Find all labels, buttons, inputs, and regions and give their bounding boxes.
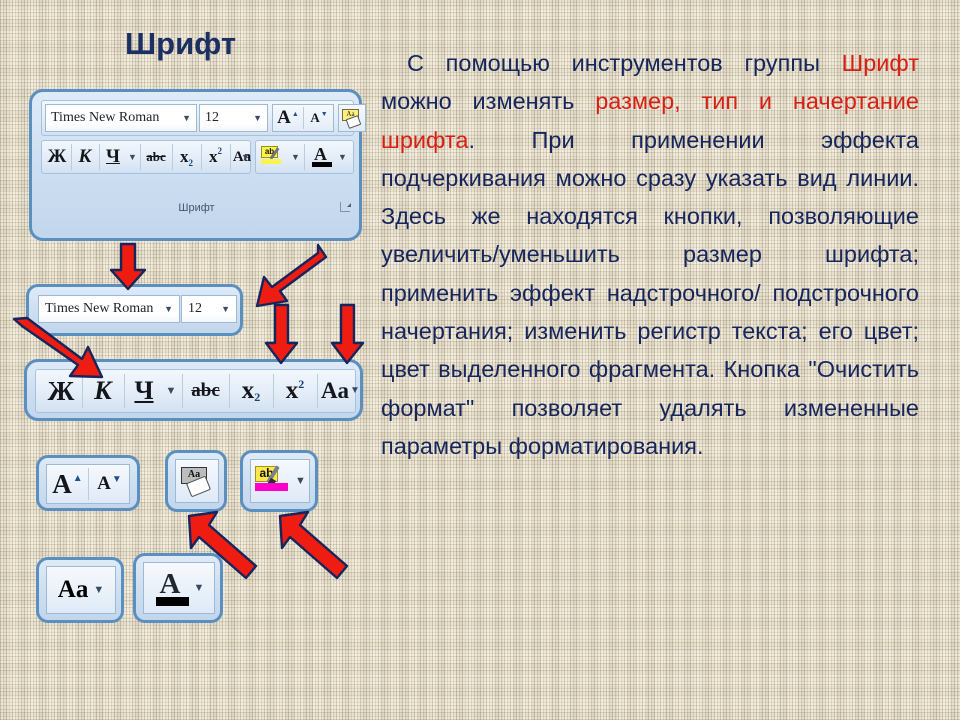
group-label-row: Шрифт [39, 180, 354, 230]
callout-font-size-buttons: A ▲ A ▼ [36, 455, 140, 511]
italic-button[interactable]: К [72, 142, 98, 172]
chevron-down-icon[interactable]: ▼ [93, 584, 104, 596]
body-run: . При применении эффекта подчеркивания м… [381, 126, 919, 459]
font-size-field[interactable]: 12 ▼ [199, 104, 268, 132]
superscript-label: x [209, 147, 218, 166]
clear-formatting-icon: Aa [179, 463, 215, 499]
callout-highlight-button[interactable]: ab ▼ [240, 450, 318, 512]
shrink-font-label: A [310, 110, 320, 125]
chevron-down-icon: ▼ [338, 151, 347, 162]
font-color-icon: A [310, 144, 334, 169]
arrow-to-bold-button [8, 316, 118, 389]
bold-button[interactable]: Ж [44, 142, 70, 172]
highlight-dropdown[interactable]: ▼ [289, 142, 302, 172]
callout-grow-font-label: A [52, 468, 72, 499]
chevron-down-icon[interactable]: ▼ [253, 113, 262, 123]
highlight-icon: ab [254, 462, 290, 500]
underline-label: Ч [106, 146, 120, 167]
callout-underline-button[interactable]: Ч [125, 371, 163, 411]
font-dialog-launcher-icon[interactable] [340, 202, 351, 212]
grow-font-button[interactable]: A ▲ [273, 105, 303, 131]
chevron-down-icon[interactable]: ▼ [295, 475, 306, 487]
callout-font-color-label: A [159, 568, 181, 600]
shrink-font-button[interactable]: A ▼ [304, 105, 334, 131]
body-run-highlight: Шрифт [841, 50, 919, 76]
callout-change-case-label2: Aa [57, 576, 89, 603]
callout-font-name-value: Times New Roman [45, 301, 154, 316]
change-case-dropdown[interactable]: ▼ [239, 142, 252, 172]
font-color-dropdown[interactable]: ▼ [336, 142, 349, 172]
superscript-button[interactable]: x2 [202, 142, 229, 172]
font-color-swatch [155, 597, 189, 606]
text-highlight-button[interactable]: ab [258, 142, 290, 172]
callout-superscript-button[interactable]: x2 [274, 371, 316, 411]
arrow-to-superscript-button [264, 303, 300, 365]
chevron-down-icon: ▼ [128, 151, 137, 162]
arrow-to-highlight-button [277, 508, 357, 582]
grow-font-label: A [277, 107, 291, 128]
callout-subscript-label: x [241, 377, 255, 404]
change-case-inner: Aa ▼ [46, 566, 116, 614]
subscript-button[interactable]: x2 [173, 142, 200, 172]
caret-down-icon: ▼ [320, 111, 328, 118]
callout-grow-font-button[interactable]: A ▲ [47, 465, 88, 503]
chevron-down-icon[interactable]: ▼ [221, 304, 230, 314]
chevron-down-icon: ▼ [241, 151, 250, 162]
highlight-icon: ab [261, 145, 287, 169]
chevron-down-icon: ▼ [291, 151, 300, 162]
font-group-label: Шрифт [178, 202, 215, 214]
subscript-label: x [180, 147, 189, 166]
callout-change-case-button[interactable]: Aa ▼ [36, 557, 124, 623]
chevron-down-icon: ▼ [350, 385, 360, 396]
callout-change-case-dropdown[interactable]: ▼ [347, 371, 363, 411]
callout-subscript-index: 2 [254, 390, 261, 404]
strikethrough-button[interactable]: abc [141, 142, 171, 172]
callout-strikethrough-button[interactable]: abc [183, 371, 228, 411]
callout-font-size-value: 12 [188, 301, 202, 316]
bold-label: Ж [47, 146, 67, 167]
chevron-down-icon[interactable]: ▼ [194, 582, 205, 594]
caret-down-icon: ▼ [111, 473, 122, 485]
callout-superscript-label: x [285, 377, 299, 404]
callout-font-size-field[interactable]: 12 ▼ [181, 295, 237, 323]
clear-formatting-icon: Aa [341, 107, 363, 129]
body-run: С помощью инструментов группы [407, 50, 842, 76]
callout-strikethrough-label: abc [191, 380, 220, 401]
highlight-inner: ab ▼ [250, 459, 310, 503]
callout-clear-format-button[interactable]: Aa [165, 450, 227, 512]
highlight-color-swatch [255, 483, 288, 491]
caret-up-icon: ▲ [72, 472, 83, 484]
chevron-down-icon[interactable]: ▼ [182, 113, 191, 123]
font-ribbon-group: Times New Roman ▼ 12 ▼ A ▲ A ▼ Aa Ж К Ч … [29, 89, 366, 241]
font-color-button[interactable]: A [307, 142, 337, 172]
callout-superscript-index: 2 [298, 377, 305, 391]
callout-shrink-font-button[interactable]: A ▼ [89, 465, 130, 503]
font-name-value: Times New Roman [51, 110, 160, 125]
font-name-field[interactable]: Times New Roman ▼ [45, 104, 197, 132]
chevron-down-icon[interactable]: ▼ [164, 304, 173, 314]
underline-dropdown[interactable]: ▼ [126, 142, 139, 172]
italic-label: К [78, 146, 92, 167]
superscript-index: 2 [217, 146, 223, 156]
body-run: можно изменять [381, 88, 596, 115]
underline-button[interactable]: Ч [100, 142, 126, 172]
arrow-to-font-name-field [108, 242, 148, 291]
clear-format-inner: Aa [175, 459, 219, 503]
chevron-down-icon: ▼ [165, 384, 177, 397]
callout-underline-label: Ч [134, 376, 154, 405]
font-size-value: 12 [205, 110, 219, 125]
page-title: Шрифт [125, 26, 237, 61]
callout-change-case-label: Aa [320, 378, 350, 403]
body-paragraph: С помощью инструментов группы Шрифт можн… [381, 44, 919, 465]
subscript-index: 2 [188, 158, 194, 168]
caret-up-icon: ▲ [291, 110, 299, 118]
arrow-to-clear-format-button [186, 508, 266, 582]
callout-shrink-font-label: A [97, 473, 111, 494]
callout-underline-dropdown[interactable]: ▼ [162, 371, 180, 411]
strikethrough-label: abc [146, 149, 166, 164]
btn-divider [304, 144, 305, 170]
clear-formatting-button[interactable]: Aa [338, 104, 366, 132]
callout-subscript-button[interactable]: x2 [230, 371, 272, 411]
arrow-to-change-case-button [330, 303, 366, 365]
